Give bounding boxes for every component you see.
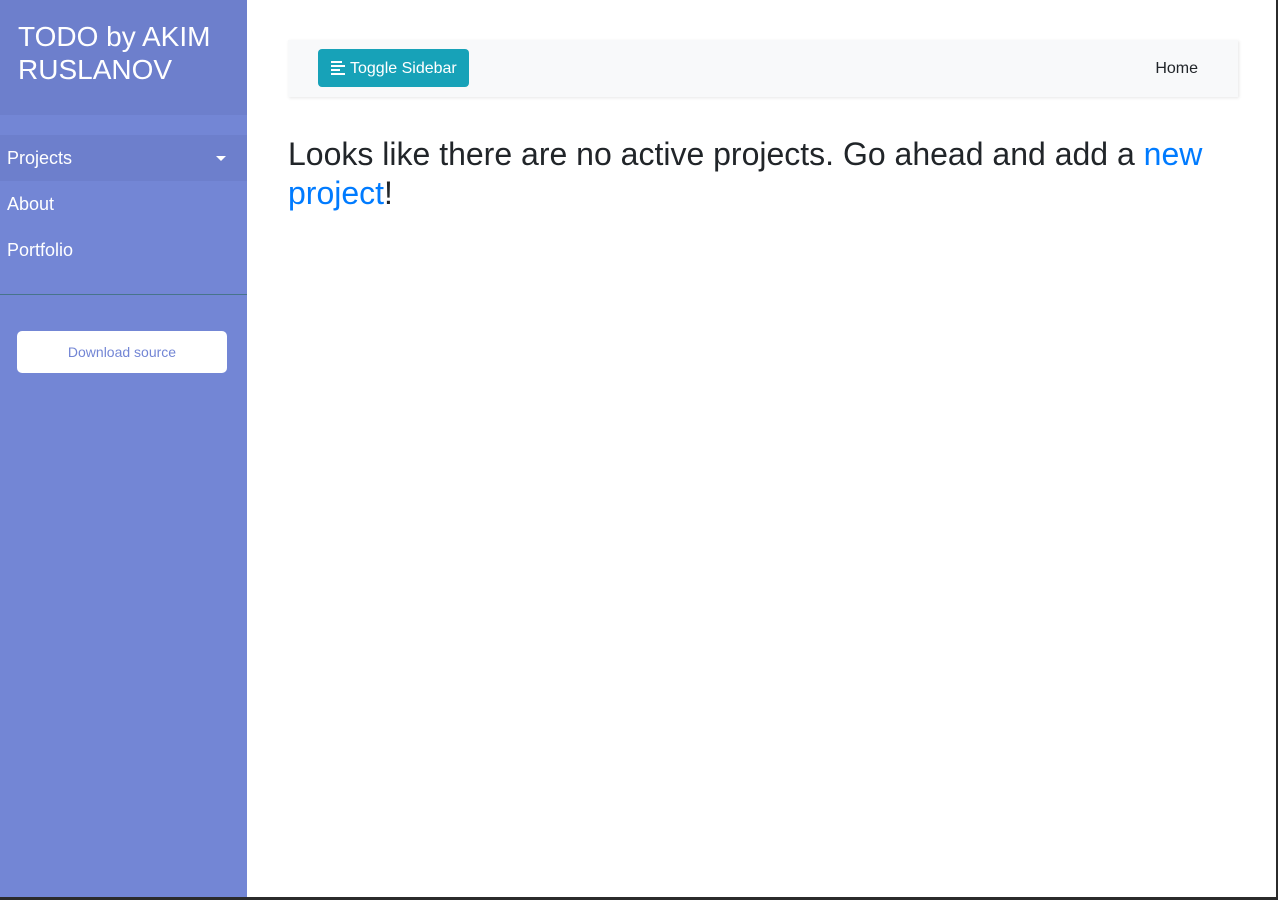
align-left-icon	[331, 61, 345, 75]
sidebar-link-portfolio[interactable]: Portfolio	[0, 227, 247, 273]
nav-home-link[interactable]: Home	[1155, 40, 1198, 97]
download-source-button[interactable]: Download source	[17, 331, 227, 373]
empty-message-text: Looks like there are no active projects.…	[288, 136, 1144, 172]
sidebar-header: TODO by AKIM RUSLANOV	[0, 0, 247, 115]
sidebar-link-projects[interactable]: Projects	[0, 135, 247, 181]
app-title: TODO by AKIM RUSLANOV	[18, 21, 211, 85]
toggle-sidebar-label: Toggle Sidebar	[350, 60, 457, 77]
caret-down-icon[interactable]	[216, 156, 226, 161]
sidebar-item-portfolio: Portfolio	[0, 227, 247, 273]
empty-projects-message: Looks like there are no active projects.…	[288, 135, 1228, 213]
top-navbar: Toggle Sidebar Home	[288, 40, 1238, 97]
sidebar-link-about[interactable]: About	[0, 181, 247, 227]
sidebar-divider	[0, 294, 247, 295]
sidebar-menu: Projects About Portfolio	[0, 115, 247, 273]
empty-message-suffix: !	[384, 175, 393, 211]
sidebar: TODO by AKIM RUSLANOV Projects About Por…	[0, 0, 247, 897]
sidebar-item-about: About	[0, 181, 247, 227]
toggle-sidebar-button[interactable]: Toggle Sidebar	[318, 49, 469, 87]
sidebar-item-projects: Projects	[0, 135, 247, 181]
